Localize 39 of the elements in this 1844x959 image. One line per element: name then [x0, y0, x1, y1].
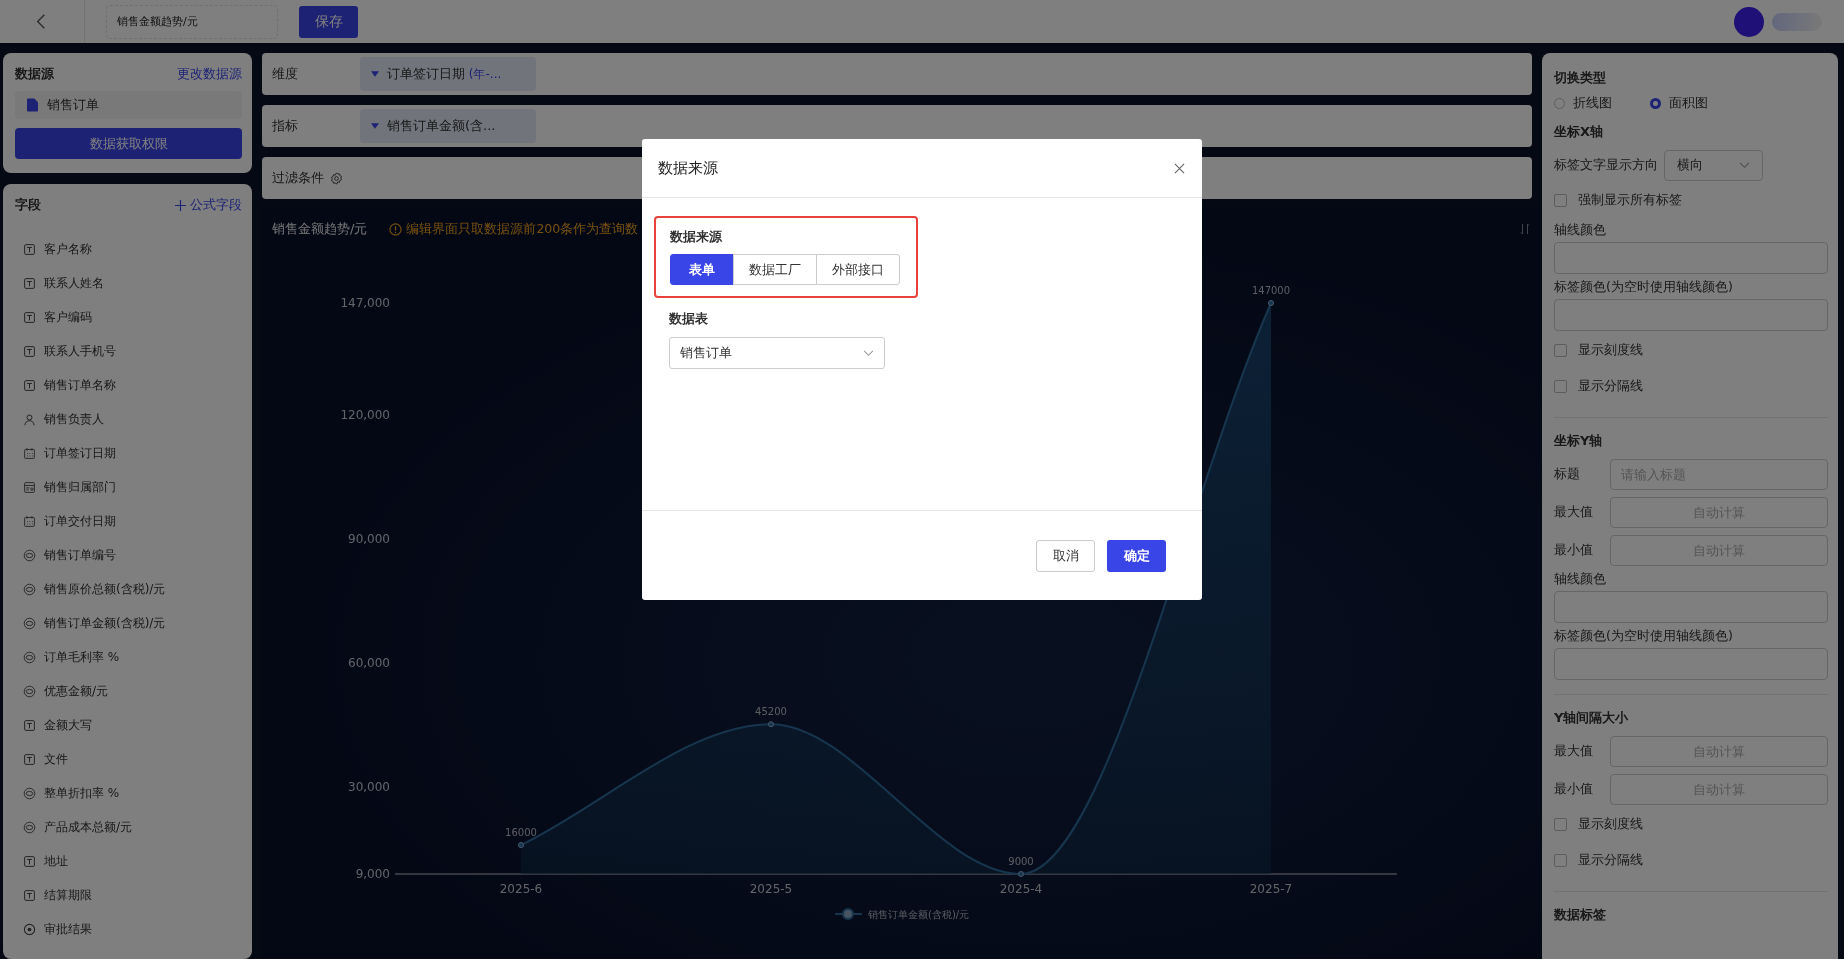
- setting-label: 标签文字显示方向: [1554, 156, 1658, 174]
- section-heading: Y轴间隔大小: [1554, 709, 1630, 727]
- source-label: 数据来源: [670, 228, 723, 246]
- section-heading: 坐标Y轴: [1554, 432, 1604, 450]
- section-heading: 切换类型: [1554, 69, 1607, 87]
- chart-title: 销售金额趋势/元: [272, 220, 368, 238]
- fields-heading: 字段: [15, 196, 41, 214]
- dialog-title: 数据来源: [658, 158, 718, 178]
- y-axis-label: 147,000: [340, 296, 390, 310]
- x-axis-label: 2025-5: [749, 882, 793, 896]
- x-axis-label: 2025-4: [999, 882, 1043, 896]
- data-label: 45200: [755, 706, 787, 718]
- setting-label: 最小值: [1554, 780, 1594, 798]
- setting-label: 最大值: [1554, 503, 1594, 521]
- data-label: 147000: [1251, 285, 1291, 296]
- datasource-heading: 数据源: [15, 65, 54, 83]
- filter-label: 过滤条件: [272, 169, 324, 187]
- data-label: 16000: [505, 827, 537, 839]
- config-label: 指标: [272, 117, 299, 135]
- notice-text: 编辑界面只取数据源前200条作为查询数: [406, 220, 639, 238]
- y-axis-label: 60,000: [348, 656, 390, 670]
- x-axis-label: 2025-6: [499, 882, 543, 896]
- y-axis-label: 30,000: [348, 780, 390, 795]
- config-label: 维度: [272, 65, 299, 83]
- y-axis-label: 120,000: [340, 407, 390, 422]
- y-axis-label: 90,000: [348, 531, 390, 546]
- setting-label: 标题: [1554, 465, 1581, 483]
- table-label: 数据表: [669, 310, 709, 328]
- section-heading: 坐标X轴: [1554, 123, 1605, 141]
- setting-label: 标签颜色(为空时使用轴线颜色): [1554, 627, 1734, 645]
- setting-label: 标签颜色(为空时使用轴线颜色): [1554, 278, 1734, 296]
- setting-label: 最小值: [1554, 541, 1594, 559]
- x-axis-label: 2025-7: [1249, 882, 1293, 896]
- setting-label: 轴线颜色: [1554, 570, 1607, 588]
- y-axis-label: 9,000: [355, 867, 390, 881]
- setting-label: 轴线颜色: [1554, 221, 1607, 239]
- setting-label: 最大值: [1554, 742, 1594, 760]
- data-label: 9000: [1008, 856, 1034, 867]
- section-heading: 数据标签: [1554, 906, 1607, 924]
